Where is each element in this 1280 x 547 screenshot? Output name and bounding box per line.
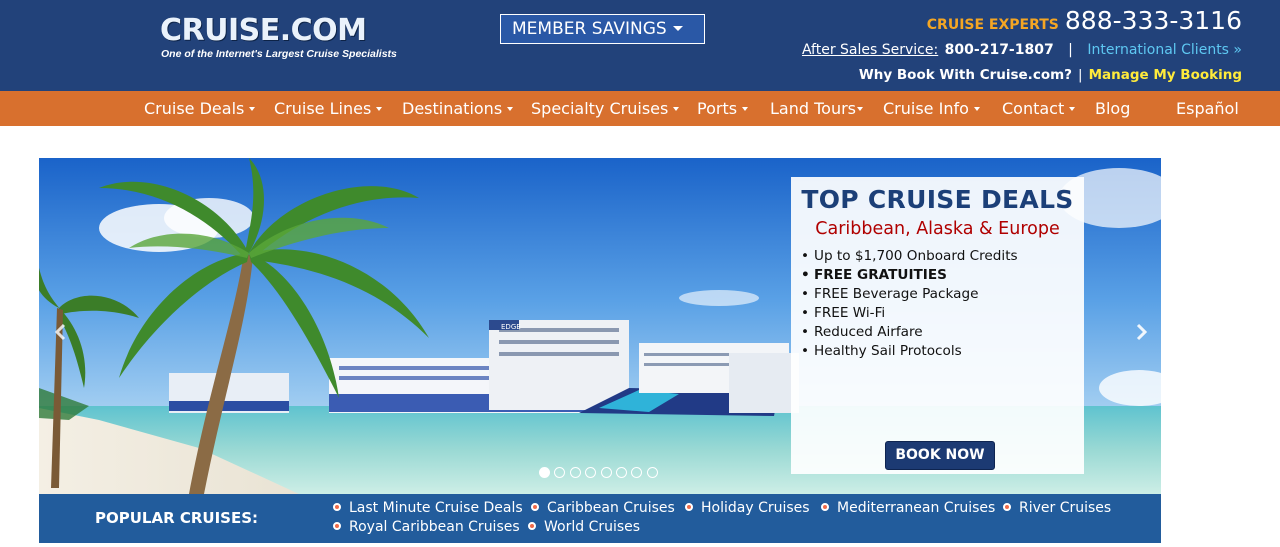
site-header: CRUISE.COM One of the Internet's Largest… — [0, 0, 1280, 91]
slider-next-button[interactable] — [1129, 320, 1153, 344]
chevron-down-icon — [672, 25, 683, 31]
nav-item-label: Cruise Deals — [144, 99, 245, 118]
nav-item-blog[interactable]: Blog — [1095, 91, 1130, 126]
popular-link-royal-caribbean[interactable]: Royal Caribbean Cruises — [333, 519, 520, 536]
popular-link-caribbean[interactable]: Caribbean Cruises — [531, 500, 675, 517]
slider-prev-button[interactable] — [49, 320, 73, 344]
book-now-button[interactable]: BOOK NOW — [885, 441, 995, 470]
bullet-dot-icon — [685, 502, 693, 511]
top-deals-card: TOP CRUISE DEALS Caribbean, Alaska & Eur… — [791, 177, 1084, 474]
slider-dot[interactable] — [539, 467, 550, 478]
cruise-experts-label: CRUISE EXPERTS — [926, 17, 1059, 33]
popular-cruises-label: POPULAR CRUISES: — [95, 509, 259, 527]
bullet-dot-icon — [821, 502, 829, 511]
nav-item-land-tours[interactable]: Land Tours — [770, 91, 863, 126]
chevron-down-icon — [376, 106, 383, 111]
chevron-right-icon — [1136, 323, 1148, 341]
chevron-left-icon — [54, 323, 66, 341]
manage-booking-link[interactable]: Manage My Booking — [1089, 67, 1242, 83]
popular-link-label: Mediterranean Cruises — [837, 500, 996, 516]
hero-slider[interactable]: EDGE TOP CRUISE DEALS Caribbean, Alaska … — [39, 158, 1161, 494]
popular-link-mediterranean[interactable]: Mediterranean Cruises — [821, 500, 995, 517]
ship-name-label: EDGE — [501, 323, 521, 331]
nav-item-label: Cruise Info — [883, 99, 969, 118]
main-nav: Cruise Deals Cruise Lines Destinations S… — [0, 91, 1280, 126]
chevron-down-icon — [742, 106, 749, 111]
nav-item-label: Contact — [1002, 99, 1065, 118]
bullet-dot-icon — [1003, 502, 1011, 511]
international-clients-link[interactable]: International Clients » — [1087, 42, 1242, 58]
cruise-experts-phone: CRUISE EXPERTS 888-333-3116 — [927, 6, 1242, 35]
slider-dot[interactable] — [600, 467, 612, 478]
chevron-down-icon — [507, 106, 514, 111]
member-savings-label: MEMBER SAVINGS — [512, 19, 667, 39]
nav-item-cruise-info[interactable]: Cruise Info — [883, 91, 980, 126]
bullet-dot-icon — [528, 521, 536, 530]
nav-item-espanol[interactable]: Español — [1176, 91, 1239, 126]
chevron-down-icon — [249, 106, 256, 111]
bullet-dot-icon — [333, 521, 341, 530]
header-separator: | — [1078, 67, 1083, 83]
deal-card-title: TOP CRUISE DEALS — [801, 185, 1074, 214]
nav-item-specialty-cruises[interactable]: Specialty Cruises — [531, 91, 680, 126]
nav-item-label: Ports — [697, 99, 738, 118]
nav-item-label: Blog — [1095, 99, 1131, 118]
deal-benefit-item: FREE GRATUITIES — [801, 266, 1018, 285]
deal-card-subtitle: Caribbean, Alaska & Europe — [815, 219, 1060, 239]
chevron-down-icon — [857, 106, 863, 111]
slider-dot[interactable] — [569, 467, 581, 478]
chevron-down-icon — [673, 106, 680, 111]
popular-cruises-bar: POPULAR CRUISES: Last Minute Cruise Deal… — [39, 494, 1161, 543]
deal-benefits-list: Up to $1,700 Onboard Credits FREE GRATUI… — [801, 247, 1018, 361]
nav-item-ports[interactable]: Ports — [697, 91, 749, 126]
nav-item-contact[interactable]: Contact — [1002, 91, 1076, 126]
header-separator: | — [1068, 42, 1073, 58]
popular-link-label: River Cruises — [1019, 500, 1112, 516]
popular-link-river[interactable]: River Cruises — [1003, 500, 1111, 517]
popular-link-label: Last Minute Cruise Deals — [349, 500, 523, 516]
why-book-link[interactable]: Why Book With Cruise.com? — [859, 67, 1072, 83]
deal-benefit-item: FREE Wi-Fi — [801, 304, 1018, 323]
after-sales-service: After Sales Service: 800-217-1807 | Inte… — [802, 42, 1242, 58]
cruise-experts-number[interactable]: 888-333-3116 — [1065, 6, 1242, 35]
chevron-down-icon — [973, 106, 980, 111]
deal-benefit-item: Reduced Airfare — [801, 323, 1018, 342]
logo-wordmark: CRUISE.COM — [160, 13, 367, 48]
nav-item-label: Land Tours — [770, 99, 856, 118]
after-sales-number[interactable]: 800-217-1807 — [945, 42, 1054, 58]
site-logo[interactable]: CRUISE.COM One of the Internet's Largest… — [160, 13, 397, 64]
popular-link-last-minute[interactable]: Last Minute Cruise Deals — [333, 500, 523, 517]
nav-item-label: Español — [1176, 99, 1239, 118]
after-sales-label[interactable]: After Sales Service: — [802, 42, 938, 58]
popular-link-label: World Cruises — [544, 519, 641, 535]
chevron-down-icon — [1069, 106, 1076, 111]
bullet-dot-icon — [531, 502, 539, 511]
popular-link-label: Royal Caribbean Cruises — [349, 519, 520, 535]
member-savings-button[interactable]: MEMBER SAVINGS — [500, 14, 705, 44]
nav-item-cruise-lines[interactable]: Cruise Lines — [274, 91, 383, 126]
deal-benefit-item: Up to $1,700 Onboard Credits — [801, 247, 1018, 266]
popular-link-label: Caribbean Cruises — [547, 500, 675, 516]
popular-link-label: Holiday Cruises — [701, 500, 810, 516]
popular-link-world[interactable]: World Cruises — [528, 519, 640, 536]
nav-item-label: Cruise Lines — [274, 99, 372, 118]
slider-dot[interactable] — [615, 467, 627, 478]
deal-benefit-item: FREE Beverage Package — [801, 285, 1018, 304]
bullet-dot-icon — [333, 502, 341, 511]
slider-dot[interactable] — [646, 467, 658, 478]
slider-pagination — [539, 462, 662, 478]
popular-link-holiday[interactable]: Holiday Cruises — [685, 500, 810, 517]
nav-item-label: Destinations — [402, 99, 503, 118]
deal-benefit-item: Healthy Sail Protocols — [801, 342, 1018, 361]
header-links: Why Book With Cruise.com? | Manage My Book… — [859, 67, 1242, 83]
nav-item-destinations[interactable]: Destinations — [402, 91, 514, 126]
nav-item-label: Specialty Cruises — [531, 99, 669, 118]
logo-tagline: One of the Internet's Largest Cruise Spe… — [161, 48, 397, 60]
nav-item-cruise-deals[interactable]: Cruise Deals — [144, 91, 256, 126]
